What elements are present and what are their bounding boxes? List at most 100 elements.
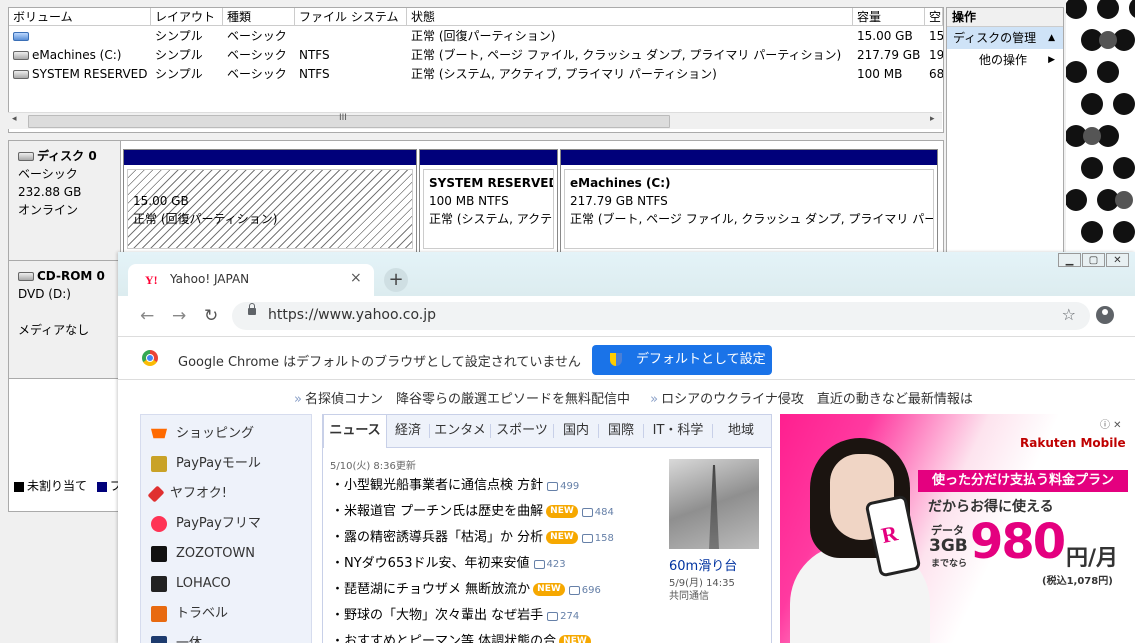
column-header-free[interactable]: 空: [925, 8, 943, 26]
lohaco-icon: [151, 575, 167, 592]
news-item[interactable]: ・露の精密誘導兵器「枯渇」か 分析 NEW 158: [331, 527, 614, 549]
new-tab-button[interactable]: +: [384, 268, 408, 292]
partition-c-drive[interactable]: eMachines (C:) 217.79 GB NTFS 正常 (ブート, ペ…: [560, 149, 938, 253]
comment-icon: [547, 611, 559, 621]
tab-news[interactable]: ニュース: [323, 415, 387, 448]
partition-recovery[interactable]: 15.00 GB 正常 (回復パーティション): [123, 149, 417, 253]
action-disk-management[interactable]: ディスクの管理 ▲: [947, 27, 1063, 49]
service-yahuoku[interactable]: ヤフオク!: [147, 481, 227, 507]
tab-close-icon[interactable]: ×: [350, 270, 362, 286]
comment-count[interactable]: 274: [547, 611, 579, 622]
tab-sports[interactable]: スポーツ: [491, 415, 553, 447]
tab-it-science[interactable]: IT・科学: [644, 415, 712, 447]
close-window-icon[interactable]: ✕: [1106, 253, 1129, 267]
default-browser-infobar: Google Chrome はデフォルトのブラウザとして設定されていません デフ…: [118, 337, 1135, 380]
tab-international[interactable]: 国際: [599, 415, 643, 447]
url-text[interactable]: https://www.yahoo.co.jp: [268, 307, 436, 323]
address-bar[interactable]: https://www.yahoo.co.jp ☆: [232, 302, 1090, 330]
maximize-icon[interactable]: ▢: [1082, 253, 1105, 267]
rakuten-mobile-ad[interactable]: R ⓘ ✕ Rakuten Mobile 使った分だけ支払う料金プラン だからお…: [780, 414, 1135, 643]
profile-avatar-icon[interactable]: [1096, 306, 1114, 324]
volume-free: 19: [929, 48, 943, 62]
set-default-button[interactable]: デフォルトとして設定: [592, 345, 772, 375]
service-zozotown[interactable]: ZOZOTOWN: [151, 541, 255, 567]
action-other-operations[interactable]: 他の操作 ▶: [947, 49, 1063, 71]
ad-choices-icon[interactable]: ⓘ ✕: [1100, 416, 1122, 431]
volume-capacity: 15.00 GB: [857, 29, 913, 43]
news-item[interactable]: ・NYダウ653ドル安、年初来安値 423: [331, 553, 566, 575]
minimize-icon[interactable]: ▁: [1058, 253, 1081, 267]
photo-caption[interactable]: 60m滑り台: [669, 555, 737, 574]
horizontal-scrollbar[interactable]: ◂ III ▸: [8, 112, 942, 129]
volume-free: 68: [929, 67, 943, 81]
scrollbar-thumb[interactable]: III: [28, 113, 670, 128]
tab-local[interactable]: 地域: [713, 415, 769, 447]
news-item[interactable]: ・おすすめとピーマン等 体調状態の合 NEW: [331, 631, 591, 643]
ticker-link[interactable]: ロシアのウクライナ侵攻 直近の動きなど最新情報は: [661, 392, 973, 407]
volume-filesystem: [295, 27, 407, 45]
column-header-filesystem[interactable]: ファイル システム: [295, 8, 407, 26]
service-paypay-mall[interactable]: PayPayモール: [151, 451, 261, 477]
partition-system-reserved[interactable]: SYSTEM RESERVED 100 MB NTFS 正常 (システム, アク…: [419, 149, 558, 253]
new-badge: NEW: [546, 531, 578, 544]
ad-data-amount: 3GB: [929, 536, 968, 556]
new-badge: NEW: [533, 583, 565, 596]
service-lohaco[interactable]: LOHACO: [151, 571, 231, 597]
back-arrow-icon[interactable]: ←: [140, 306, 154, 326]
news-item[interactable]: ・琵琶湖にチョウザメ 無断放流か NEW 696: [331, 579, 601, 601]
forward-arrow-icon[interactable]: →: [172, 306, 186, 326]
bookmark-star-icon[interactable]: ☆: [1062, 305, 1076, 324]
news-photo[interactable]: [669, 459, 759, 549]
actions-title: 操作: [947, 8, 1063, 27]
services-list: ショッピング PayPayモール ヤフオク! PayPayフリマ ZOZOTOW…: [140, 414, 312, 643]
column-header-type[interactable]: 種類: [223, 8, 295, 26]
service-paypay-fleamarket[interactable]: PayPayフリマ: [151, 511, 261, 537]
double-chevron-icon: »: [650, 392, 659, 407]
scroll-left-arrow-icon[interactable]: ◂: [12, 114, 17, 124]
service-shopping[interactable]: ショッピング: [151, 421, 254, 447]
service-travel[interactable]: トラベル: [151, 601, 228, 627]
new-badge: NEW: [546, 505, 578, 518]
tab-title: Yahoo! JAPAN: [170, 272, 250, 286]
disk-0-label[interactable]: ディスク 0 ベーシック 232.88 GB オンライン: [9, 141, 121, 261]
disk-name: CD-ROM 0: [37, 269, 105, 283]
comment-count[interactable]: 696: [568, 585, 601, 596]
scroll-right-arrow-icon[interactable]: ▸: [930, 114, 935, 124]
column-header-volume[interactable]: ボリューム: [9, 8, 151, 26]
news-item[interactable]: ・米報道官 プーチン氏は歴史を曲解 NEW 484: [331, 501, 614, 523]
volume-drive-icon: [13, 51, 29, 60]
collapse-arrow-icon[interactable]: ▲: [1048, 27, 1055, 49]
ad-tax-note: (税込1,078円): [1042, 576, 1113, 587]
ad-data-suffix: までなら: [931, 559, 968, 569]
scrollbar-grip: III: [339, 113, 347, 123]
tab-yahoo-japan[interactable]: Y! Yahoo! JAPAN ×: [128, 264, 374, 296]
ticker-link[interactable]: 名探偵コナン 降谷零らの厳選エピソードを無料配信中: [305, 392, 630, 407]
comment-icon: [581, 533, 593, 543]
comment-count[interactable]: 484: [581, 507, 614, 518]
comment-count[interactable]: 423: [533, 559, 566, 570]
volume-capacity: 217.79 GB: [857, 48, 921, 62]
disk-size: 232.88 GB: [18, 185, 82, 199]
partition-status: 正常 (システム, アクテ: [429, 212, 553, 226]
photo-meta: 5/9(月) 14:35 共同通信: [669, 578, 735, 602]
volume-capacity: 100 MB: [857, 67, 903, 81]
comment-count[interactable]: 499: [547, 481, 579, 492]
news-item[interactable]: ・野球の「大物」次々輩出 なぜ岩手 274: [331, 605, 579, 627]
polka-dot-pattern: [1066, 0, 1135, 243]
tab-strip: Y! Yahoo! JAPAN × + ▁ ▢ ✕: [118, 252, 1135, 296]
column-header-capacity[interactable]: 容量: [853, 8, 925, 26]
column-header-status[interactable]: 状態: [407, 8, 853, 26]
service-ikyu[interactable]: 一休: [151, 631, 202, 643]
news-item[interactable]: ・小型観光船事業者に通信点検 方針 499: [331, 475, 579, 497]
reload-icon[interactable]: ↻: [204, 306, 218, 326]
lock-icon[interactable]: [248, 303, 256, 315]
shopping-bag-icon: [151, 455, 167, 472]
tab-entertainment[interactable]: エンタメ: [430, 415, 490, 447]
cdrom-0-label[interactable]: CD-ROM 0 DVD (D:) メディアなし: [9, 261, 121, 379]
infobar-message: Google Chrome はデフォルトのブラウザとして設定されていません: [178, 355, 581, 370]
tab-domestic[interactable]: 国内: [554, 415, 598, 447]
tab-economy[interactable]: 経済: [387, 415, 429, 447]
column-header-layout[interactable]: レイアウト: [151, 8, 223, 26]
volume-type: ベーシック: [227, 29, 287, 43]
comment-count[interactable]: 158: [581, 533, 614, 544]
